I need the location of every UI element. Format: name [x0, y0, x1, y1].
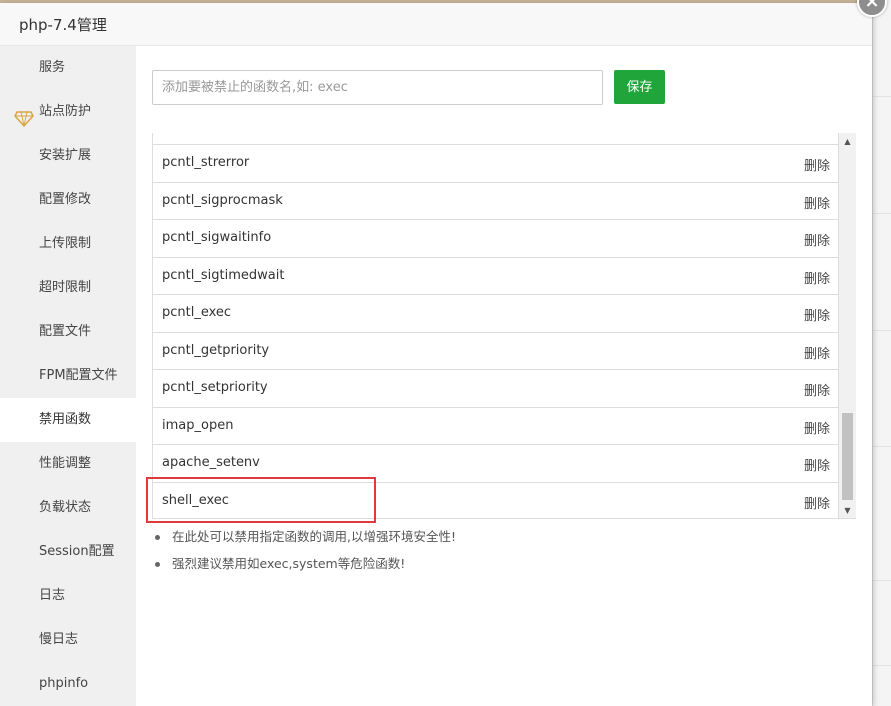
sidebar-item-session-config[interactable]: Session配置 — [0, 530, 136, 574]
sidebar-item-label: 配置修改 — [39, 192, 92, 207]
delete-link[interactable]: 删除 — [804, 493, 830, 512]
dialog-titlebar: php-7.4管理 — [0, 3, 872, 46]
sidebar-item-label: FPM配置文件 — [39, 368, 118, 383]
sidebar-item-timeout-limit[interactable]: 超时限制 — [0, 266, 136, 310]
sidebar-item-label: 服务 — [39, 60, 66, 75]
close-icon: × — [864, 0, 880, 12]
sidebar-item-label: 站点防护 — [39, 104, 92, 119]
sidebar-item-fpm-config-file[interactable]: FPM配置文件 — [0, 354, 136, 398]
sidebar-item-label: 慢日志 — [39, 632, 79, 647]
notes-list: 在此处可以禁用指定函数的调用,以增强环境安全性! 强烈建议禁用如exec,sys… — [155, 528, 456, 582]
delete-link[interactable]: 删除 — [804, 343, 830, 362]
background-page-edge — [872, 0, 891, 706]
table-row: pcntl_getpriority 删除 — [153, 331, 838, 370]
function-name: pcntl_strerror — [162, 155, 250, 170]
note-item: 在此处可以禁用指定函数的调用,以增强环境安全性! — [155, 528, 456, 555]
sidebar-item-install-extensions[interactable]: 安装扩展 — [0, 134, 136, 178]
sidebar-item-label: 负载状态 — [39, 500, 92, 515]
table-row: shell_exec 删除 — [153, 481, 838, 519]
table-body: pcntl_strerror 删除 pcntl_sigprocmask 删除 pcntl… — [152, 133, 839, 519]
sidebar-item-label: 超时限制 — [39, 280, 92, 295]
main-content: 保存 pcntl_strerror删除pcntl_sigprocmask删除pc… — [136, 46, 872, 706]
function-name: pcntl_sigtimedwait — [162, 267, 285, 283]
table-row: pcntl_strerror 删除 — [153, 144, 838, 182]
table-row: pcntl_sigwaitinfo 删除 — [153, 219, 838, 257]
disabled-functions-table: pcntl_strerror 删除 pcntl_sigprocmask 删除 pcntl… — [152, 133, 856, 519]
sidebar-item-performance-tuning[interactable]: 性能调整 — [0, 442, 136, 486]
table-row: pcntl_sigtimedwait 删除 — [153, 256, 838, 295]
sidebar-item-load-status[interactable]: 负载状态 — [0, 486, 136, 530]
function-name-input[interactable] — [152, 70, 603, 105]
scroll-up-arrow-icon[interactable]: ▲ — [839, 133, 856, 150]
table-row: imap_open 删除 — [153, 406, 838, 445]
note-item: 强烈建议禁用如exec,system等危险函数! — [155, 555, 456, 582]
scroll-thumb[interactable] — [842, 413, 853, 500]
sidebar-item-label: 安装扩展 — [39, 148, 92, 163]
delete-link[interactable]: 删除 — [804, 230, 830, 249]
sidebar: 服务站点防护安装扩展配置修改上传限制超时限制配置文件 FPM配置文件 禁用函数性能调… — [0, 46, 136, 706]
sidebar-item-label: 禁用函数 — [39, 412, 92, 427]
diamond-shield-icon — [14, 103, 34, 128]
php-manager-dialog: php-7.4管理 服务站点防护安装扩展配置修改上传限制超时限制配置文件 FPM配… — [0, 0, 887, 706]
sidebar-item-label: Session配置 — [39, 544, 115, 559]
table-row: pcntl_setpriority 删除 — [153, 369, 838, 407]
function-name: imap_open — [162, 417, 234, 433]
delete-link[interactable]: 删除 — [804, 455, 830, 474]
sidebar-item-label: 上传限制 — [39, 236, 92, 251]
delete-link[interactable]: 删除 — [804, 268, 830, 287]
sidebar-item-phpinfo[interactable]: phpinfo — [0, 662, 136, 706]
sidebar-item-disabled-functions[interactable]: 禁用函数 — [0, 398, 136, 442]
function-name: apache_setenv — [162, 455, 260, 470]
delete-link[interactable]: 删除 — [804, 380, 830, 399]
sidebar-item-config-file[interactable]: 配置文件 — [0, 310, 136, 354]
table-row: pcntl_exec 删除 — [153, 294, 838, 332]
table-scrollbar[interactable]: ▲ ▼ — [839, 133, 856, 518]
sidebar-item-service[interactable]: 服务 — [0, 46, 136, 90]
sidebar-item-site-protection[interactable]: 站点防护 — [0, 90, 136, 134]
sidebar-item-config-modify[interactable]: 配置修改 — [0, 178, 136, 222]
function-name: pcntl_setpriority — [162, 380, 268, 395]
sidebar-item-label: phpinfo — [39, 676, 89, 691]
save-button[interactable]: 保存 — [614, 70, 665, 104]
table-row: apache_setenv 删除 — [153, 444, 838, 482]
sidebar-item-slow-log[interactable]: 慢日志 — [0, 618, 136, 662]
delete-link[interactable]: 删除 — [804, 305, 830, 324]
function-name: pcntl_getpriority — [162, 342, 270, 358]
function-name: pcntl_sigprocmask — [162, 192, 283, 208]
scroll-down-arrow-icon[interactable]: ▼ — [839, 502, 856, 518]
sidebar-item-label: 配置文件 — [39, 324, 92, 339]
delete-link[interactable]: 删除 — [804, 193, 830, 212]
sidebar-item-label: 性能调整 — [39, 456, 92, 471]
dialog-title: php-7.4管理 — [19, 16, 107, 34]
delete-link[interactable]: 删除 — [804, 155, 830, 174]
delete-link[interactable]: 删除 — [804, 418, 830, 437]
function-name: pcntl_exec — [162, 305, 232, 320]
sidebar-item-log[interactable]: 日志 — [0, 574, 136, 618]
sidebar-item-upload-limit[interactable]: 上传限制 — [0, 222, 136, 266]
sidebar-item-label: 日志 — [39, 588, 66, 603]
table-row: pcntl_sigprocmask 删除 — [153, 181, 838, 220]
function-name: shell_exec — [162, 492, 229, 508]
function-name: pcntl_sigwaitinfo — [162, 230, 272, 245]
